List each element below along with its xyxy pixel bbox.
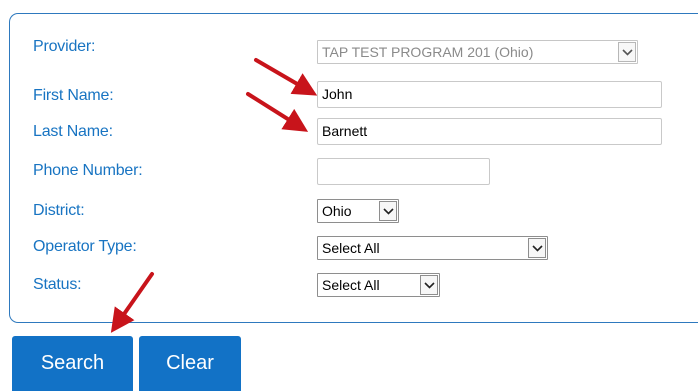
last-name-label: Last Name: [33, 123, 113, 140]
provider-selected-value: TAP TEST PROGRAM 201 (Ohio) [322, 44, 534, 60]
chevron-down-icon [618, 42, 636, 62]
provider-label: Provider: [33, 38, 96, 55]
search-button[interactable]: Search [12, 336, 133, 391]
search-form-page: Provider: TAP TEST PROGRAM 201 (Ohio) Fi… [0, 0, 698, 391]
phone-number-label: Phone Number: [33, 162, 143, 179]
last-name-field[interactable]: Barnett [317, 118, 662, 145]
first-name-field[interactable]: John [317, 81, 662, 108]
operator-type-selected-value: Select All [322, 240, 380, 256]
chevron-down-icon [528, 238, 546, 258]
district-selected-value: Ohio [322, 203, 352, 219]
first-name-label: First Name: [33, 87, 114, 104]
operator-type-label: Operator Type: [33, 238, 137, 255]
district-select[interactable]: Ohio [317, 199, 399, 223]
chevron-down-icon [420, 275, 438, 295]
chevron-down-icon [379, 201, 397, 221]
district-label: District: [33, 202, 85, 219]
phone-number-field[interactable] [317, 158, 490, 185]
status-label: Status: [33, 276, 82, 293]
clear-button[interactable]: Clear [139, 336, 241, 391]
status-selected-value: Select All [322, 277, 380, 293]
provider-select[interactable]: TAP TEST PROGRAM 201 (Ohio) [317, 40, 638, 64]
status-select[interactable]: Select All [317, 273, 440, 297]
operator-type-select[interactable]: Select All [317, 236, 548, 260]
